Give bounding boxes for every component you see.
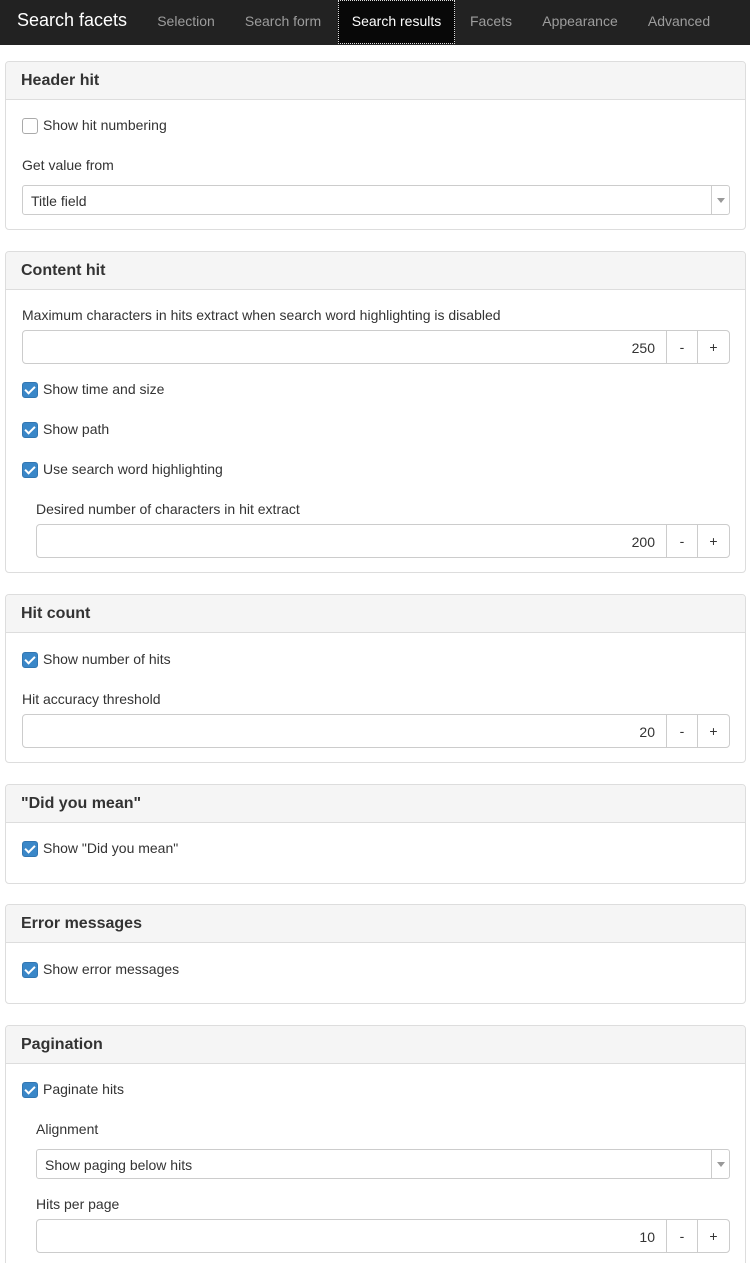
panel-did-you-mean: "Did you mean" Show "Did you mean" [5, 784, 746, 884]
panel-header-hit: Header hit Show hit numbering Get value … [5, 61, 746, 230]
checkbox-label: Use search word highlighting [43, 461, 223, 477]
panel-title: Content hit [21, 262, 106, 279]
checkbox-unchecked-icon[interactable] [22, 118, 38, 134]
decrement-button[interactable]: - [666, 524, 698, 558]
tab-search-results[interactable]: Search results [338, 0, 455, 44]
checkbox-label: Show path [43, 421, 110, 437]
panel-title: Error messages [21, 915, 142, 932]
hits-per-page-input[interactable]: 10 [36, 1219, 667, 1253]
use-highlighting-checkbox[interactable]: Use search word highlighting [22, 460, 322, 480]
input-value: 10 [639, 1229, 655, 1245]
panel-title: Pagination [21, 1036, 103, 1053]
panel-title: "Did you mean" [21, 795, 142, 812]
panel-content-hit: Content hit Maximum characters in hits e… [5, 251, 746, 573]
hits-per-page-label: Hits per page [36, 1196, 120, 1212]
panel-heading: Header hit [6, 62, 745, 100]
tab-selection[interactable]: Selection [144, 0, 228, 44]
checkbox-label: Show hit numbering [43, 117, 167, 133]
panel-title: Header hit [21, 72, 100, 89]
show-number-of-hits-checkbox[interactable]: Show number of hits [22, 650, 322, 670]
tab-advanced[interactable]: Advanced [636, 0, 722, 44]
show-time-size-checkbox[interactable]: Show time and size [22, 380, 322, 400]
panel-heading: Error messages [6, 905, 745, 943]
tab-facets[interactable]: Facets [459, 0, 523, 44]
app-brand[interactable]: Search facets [17, 10, 127, 31]
chevron-down-icon[interactable] [711, 1150, 729, 1178]
paginate-hits-checkbox[interactable]: Paginate hits [22, 1080, 322, 1100]
checkbox-label: Show error messages [43, 961, 180, 977]
panel-title: Hit count [21, 605, 91, 622]
decrement-button[interactable]: - [666, 330, 698, 364]
alignment-label: Alignment [36, 1121, 99, 1137]
max-chars-stepper: 250 - + [22, 330, 730, 364]
checkbox-label: Show time and size [43, 381, 165, 397]
checkbox-label: Show number of hits [43, 651, 171, 667]
panel-heading: Content hit [6, 252, 745, 290]
desired-chars-input[interactable]: 200 [36, 524, 667, 558]
select-value: Show paging below hits [45, 1157, 193, 1173]
show-hit-numbering-checkbox[interactable]: Show hit numbering [22, 116, 322, 136]
hits-per-page-stepper: 10 - + [36, 1219, 730, 1253]
alignment-select[interactable]: Show paging below hits [36, 1149, 730, 1179]
select-value: Title field [31, 193, 87, 209]
input-value: 250 [631, 340, 655, 356]
chevron-down-icon[interactable] [711, 186, 729, 214]
increment-button[interactable]: + [697, 330, 730, 364]
max-chars-input[interactable]: 250 [22, 330, 667, 364]
decrement-button[interactable]: - [666, 1219, 698, 1253]
accuracy-stepper: 20 - + [22, 714, 730, 748]
show-did-you-mean-checkbox[interactable]: Show "Did you mean" [22, 839, 322, 859]
accuracy-input[interactable]: 20 [22, 714, 667, 748]
checkbox-label: Show "Did you mean" [43, 840, 179, 856]
checkbox-checked-icon[interactable] [22, 382, 38, 398]
checkbox-checked-icon[interactable] [22, 652, 38, 668]
panel-heading: Pagination [6, 1026, 745, 1064]
checkbox-checked-icon[interactable] [22, 422, 38, 438]
show-path-checkbox[interactable]: Show path [22, 420, 322, 440]
increment-button[interactable]: + [697, 714, 730, 748]
panel-hit-count: Hit count Show number of hits Hit accura… [5, 594, 746, 763]
panel-pagination: Pagination Paginate hits Alignment Show … [5, 1025, 746, 1263]
checkbox-checked-icon[interactable] [22, 462, 38, 478]
panel-error-messages: Error messages Show error messages [5, 904, 746, 1004]
get-value-label: Get value from [22, 157, 114, 173]
checkbox-label: Paginate hits [43, 1081, 124, 1097]
accuracy-label: Hit accuracy threshold [22, 691, 161, 707]
tab-search-form[interactable]: Search form [232, 0, 334, 44]
checkbox-checked-icon[interactable] [22, 962, 38, 978]
top-navbar: Search facets Selection Search form Sear… [0, 0, 750, 45]
get-value-select[interactable]: Title field [22, 185, 730, 215]
checkbox-checked-icon[interactable] [22, 841, 38, 857]
show-error-messages-checkbox[interactable]: Show error messages [22, 960, 322, 980]
input-value: 200 [631, 534, 655, 550]
desired-chars-stepper: 200 - + [36, 524, 730, 558]
increment-button[interactable]: + [697, 524, 730, 558]
desired-chars-label: Desired number of characters in hit extr… [36, 501, 300, 517]
max-chars-label: Maximum characters in hits extract when … [22, 307, 501, 323]
input-value: 20 [639, 724, 655, 740]
panel-heading: "Did you mean" [6, 785, 745, 823]
increment-button[interactable]: + [697, 1219, 730, 1253]
panel-heading: Hit count [6, 595, 745, 633]
checkbox-checked-icon[interactable] [22, 1082, 38, 1098]
decrement-button[interactable]: - [666, 714, 698, 748]
tab-appearance[interactable]: Appearance [528, 0, 632, 44]
